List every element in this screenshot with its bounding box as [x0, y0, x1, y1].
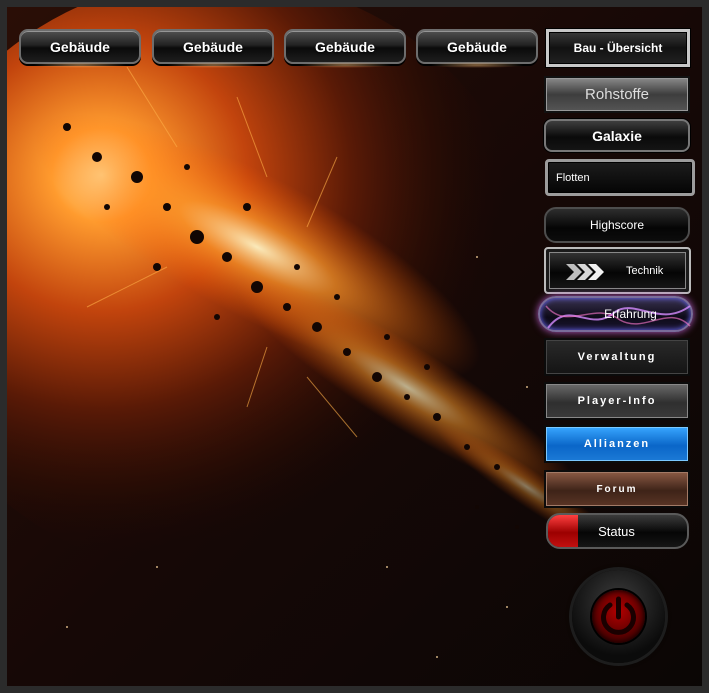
erfahrung-label: Erfahrung: [604, 307, 657, 321]
bau-uebersicht-button[interactable]: Bau - Übersicht: [546, 29, 690, 67]
highscore-button[interactable]: Highscore: [544, 207, 690, 243]
player-info-button[interactable]: Player-Info: [544, 382, 690, 420]
flotten-button[interactable]: Flotten: [545, 159, 695, 196]
bau-uebersicht-label: Bau - Übersicht: [573, 41, 663, 55]
power-icon: [601, 596, 636, 635]
status-indicator: [548, 515, 578, 547]
status-label: Status: [598, 523, 635, 539]
power-button[interactable]: [572, 570, 665, 663]
top-nav-button-2[interactable]: Gebäude: [152, 29, 274, 68]
highscore-label: Highscore: [589, 218, 645, 232]
app-frame: Gebäude Gebäude Gebäude Gebäude Bau - Üb…: [0, 0, 709, 693]
allianzen-button[interactable]: Allianzen: [544, 425, 690, 463]
rohstoffe-button[interactable]: Rohstoffe: [544, 76, 690, 113]
galaxie-label: Galaxie: [592, 127, 642, 144]
top-nav-label: Gebäude: [183, 38, 243, 55]
top-nav-button-1[interactable]: Gebäude: [19, 29, 141, 68]
erfahrung-button[interactable]: Erfahrung: [538, 296, 693, 332]
top-nav-label: Gebäude: [315, 38, 375, 55]
technik-button[interactable]: Technik: [544, 247, 691, 294]
top-nav-label: Gebäude: [50, 38, 110, 55]
top-nav-button-4[interactable]: Gebäude: [416, 29, 538, 68]
verwaltung-button[interactable]: Verwaltung: [544, 338, 690, 376]
forum-label: Forum: [596, 483, 638, 495]
technik-label: Technik: [626, 265, 664, 277]
rohstoffe-label: Rohstoffe: [585, 86, 649, 103]
top-nav-label: Gebäude: [447, 38, 507, 55]
status-button[interactable]: Status: [546, 513, 689, 549]
galaxie-button[interactable]: Galaxie: [544, 119, 690, 152]
forum-button[interactable]: Forum: [544, 470, 690, 508]
top-nav-button-3[interactable]: Gebäude: [284, 29, 406, 68]
verwaltung-label: Verwaltung: [577, 351, 657, 363]
chevron-arrows-icon: [566, 264, 604, 280]
player-info-label: Player-Info: [577, 395, 657, 407]
flotten-label: Flotten: [556, 171, 590, 184]
power-button-core: [592, 590, 645, 643]
allianzen-label: Allianzen: [583, 438, 651, 450]
